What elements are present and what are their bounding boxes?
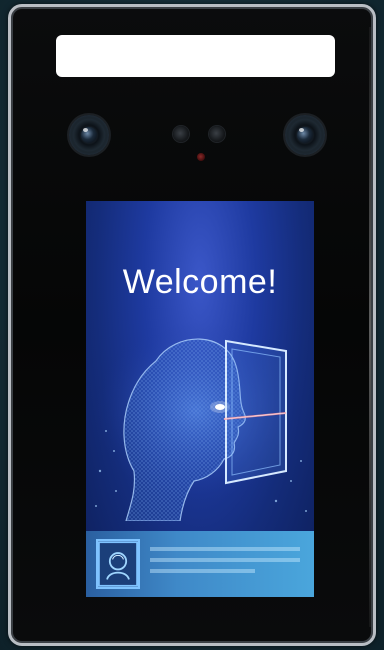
bezel-highlight [369, 27, 371, 627]
welcome-message: Welcome! [122, 263, 278, 301]
ir-sensor-left [173, 126, 189, 142]
product-photo: Welcome! [0, 0, 384, 650]
camera-left-icon [69, 115, 109, 155]
ir-sensor-right [209, 126, 225, 142]
info-line [150, 558, 300, 562]
face-scan-icon [95, 321, 307, 521]
user-id-icon [96, 539, 140, 589]
info-line [150, 569, 255, 573]
lens-glint [299, 128, 304, 132]
display-screen[interactable]: Welcome! [86, 201, 314, 597]
status-info-lines [150, 547, 300, 580]
status-bar [86, 531, 314, 597]
ir-led-indicator [197, 153, 205, 161]
label-strip [56, 35, 335, 77]
camera-right-icon [285, 115, 325, 155]
lens-glint [83, 128, 88, 132]
face-recognition-terminal: Welcome! [8, 4, 376, 646]
info-line [150, 547, 300, 551]
